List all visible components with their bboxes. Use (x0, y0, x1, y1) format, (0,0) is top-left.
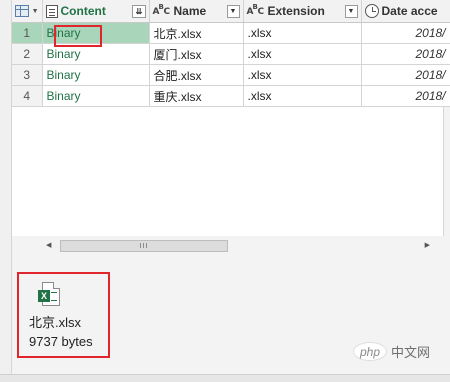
column-label-date-accessed: Date acce (381, 4, 438, 18)
table-menu-header[interactable]: ▼ (12, 0, 43, 23)
column-header-extension[interactable]: ABC Extension ▼ (243, 0, 362, 23)
selected-cell-highlight (54, 25, 102, 47)
name-cell[interactable]: 北京.xlsx (149, 22, 244, 44)
name-cell[interactable]: 厦门.xlsx (149, 43, 244, 65)
column-label-content: Content (60, 4, 106, 18)
extension-cell[interactable]: .xlsx (243, 22, 362, 44)
filter-dropdown-name[interactable]: ▼ (226, 4, 240, 18)
query-editor-frame: ▼ Content ⇊ ABC Name ▼ A B C Extension ▼… (0, 0, 450, 382)
scroll-right-icon[interactable]: ▶ (425, 241, 430, 249)
data-table: ▼ Content ⇊ ABC Name ▼ A B C Extension ▼… (12, 0, 450, 107)
table-icon (15, 5, 29, 17)
table-row[interactable]: 3 Binary 合肥.xlsx .xlsx 2018/ (12, 64, 450, 86)
text-type-icon: ABC (246, 3, 265, 17)
expand-binary-button[interactable]: ⇊ (131, 4, 146, 18)
preview-file-size: 9737 bytes (29, 334, 93, 349)
binary-type-icon (45, 4, 58, 18)
date-cell[interactable]: 2018/ (361, 85, 450, 107)
extension-cell[interactable]: .xlsx (243, 85, 362, 107)
left-strip (0, 0, 12, 382)
text-type-icon: ABC (152, 3, 171, 17)
table-header-row: ▼ Content ⇊ ABC Name ▼ A B C Extension ▼… (12, 0, 450, 23)
php-logo: php (353, 342, 387, 361)
caret-down-icon: ▼ (31, 7, 39, 15)
extension-cell[interactable]: .xlsx (243, 64, 362, 86)
horizontal-scrollbar[interactable]: ◀ III ▶ (42, 238, 434, 254)
row-index[interactable]: 4 (12, 85, 43, 107)
column-label-name: Name (173, 4, 207, 18)
binary-cell[interactable]: Binary (42, 85, 150, 107)
datetime-type-icon (364, 4, 379, 18)
name-cell[interactable]: 重庆.xlsx (149, 85, 244, 107)
date-cell[interactable]: 2018/ (361, 22, 450, 44)
data-grid: ▼ Content ⇊ ABC Name ▼ A B C Extension ▼… (12, 0, 450, 236)
scroll-left-icon[interactable]: ◀ (46, 241, 51, 249)
date-cell[interactable]: 2018/ (361, 64, 450, 86)
column-label-extension: Extension (267, 4, 325, 18)
table-row[interactable]: 4 Binary 重庆.xlsx .xlsx 2018/ (12, 85, 450, 107)
binary-preview[interactable]: X 北京.xlsx 9737 bytes (17, 272, 110, 358)
watermark-text: 中文网 (391, 345, 431, 360)
row-index[interactable]: 2 (12, 43, 43, 65)
name-cell[interactable]: 合肥.xlsx (149, 64, 244, 86)
column-header-name[interactable]: ABC Name ▼ (149, 0, 244, 23)
filter-dropdown-extension[interactable]: ▼ (344, 4, 358, 18)
date-cell[interactable]: 2018/ (361, 43, 450, 65)
status-bar (0, 374, 450, 382)
excel-file-icon: X (38, 282, 60, 306)
row-index[interactable]: 1 (12, 22, 43, 44)
binary-cell[interactable]: Binary (42, 64, 150, 86)
watermark: php 中文网 (353, 342, 430, 361)
scrollbar-thumb[interactable]: III (60, 240, 228, 252)
row-index[interactable]: 3 (12, 64, 43, 86)
scrollbar-track[interactable]: III (60, 240, 416, 252)
extension-cell[interactable]: .xlsx (243, 43, 362, 65)
column-header-content[interactable]: Content ⇊ (42, 0, 150, 23)
preview-file-name: 北京.xlsx (29, 315, 82, 330)
column-header-date-accessed[interactable]: Date acce (361, 0, 450, 23)
